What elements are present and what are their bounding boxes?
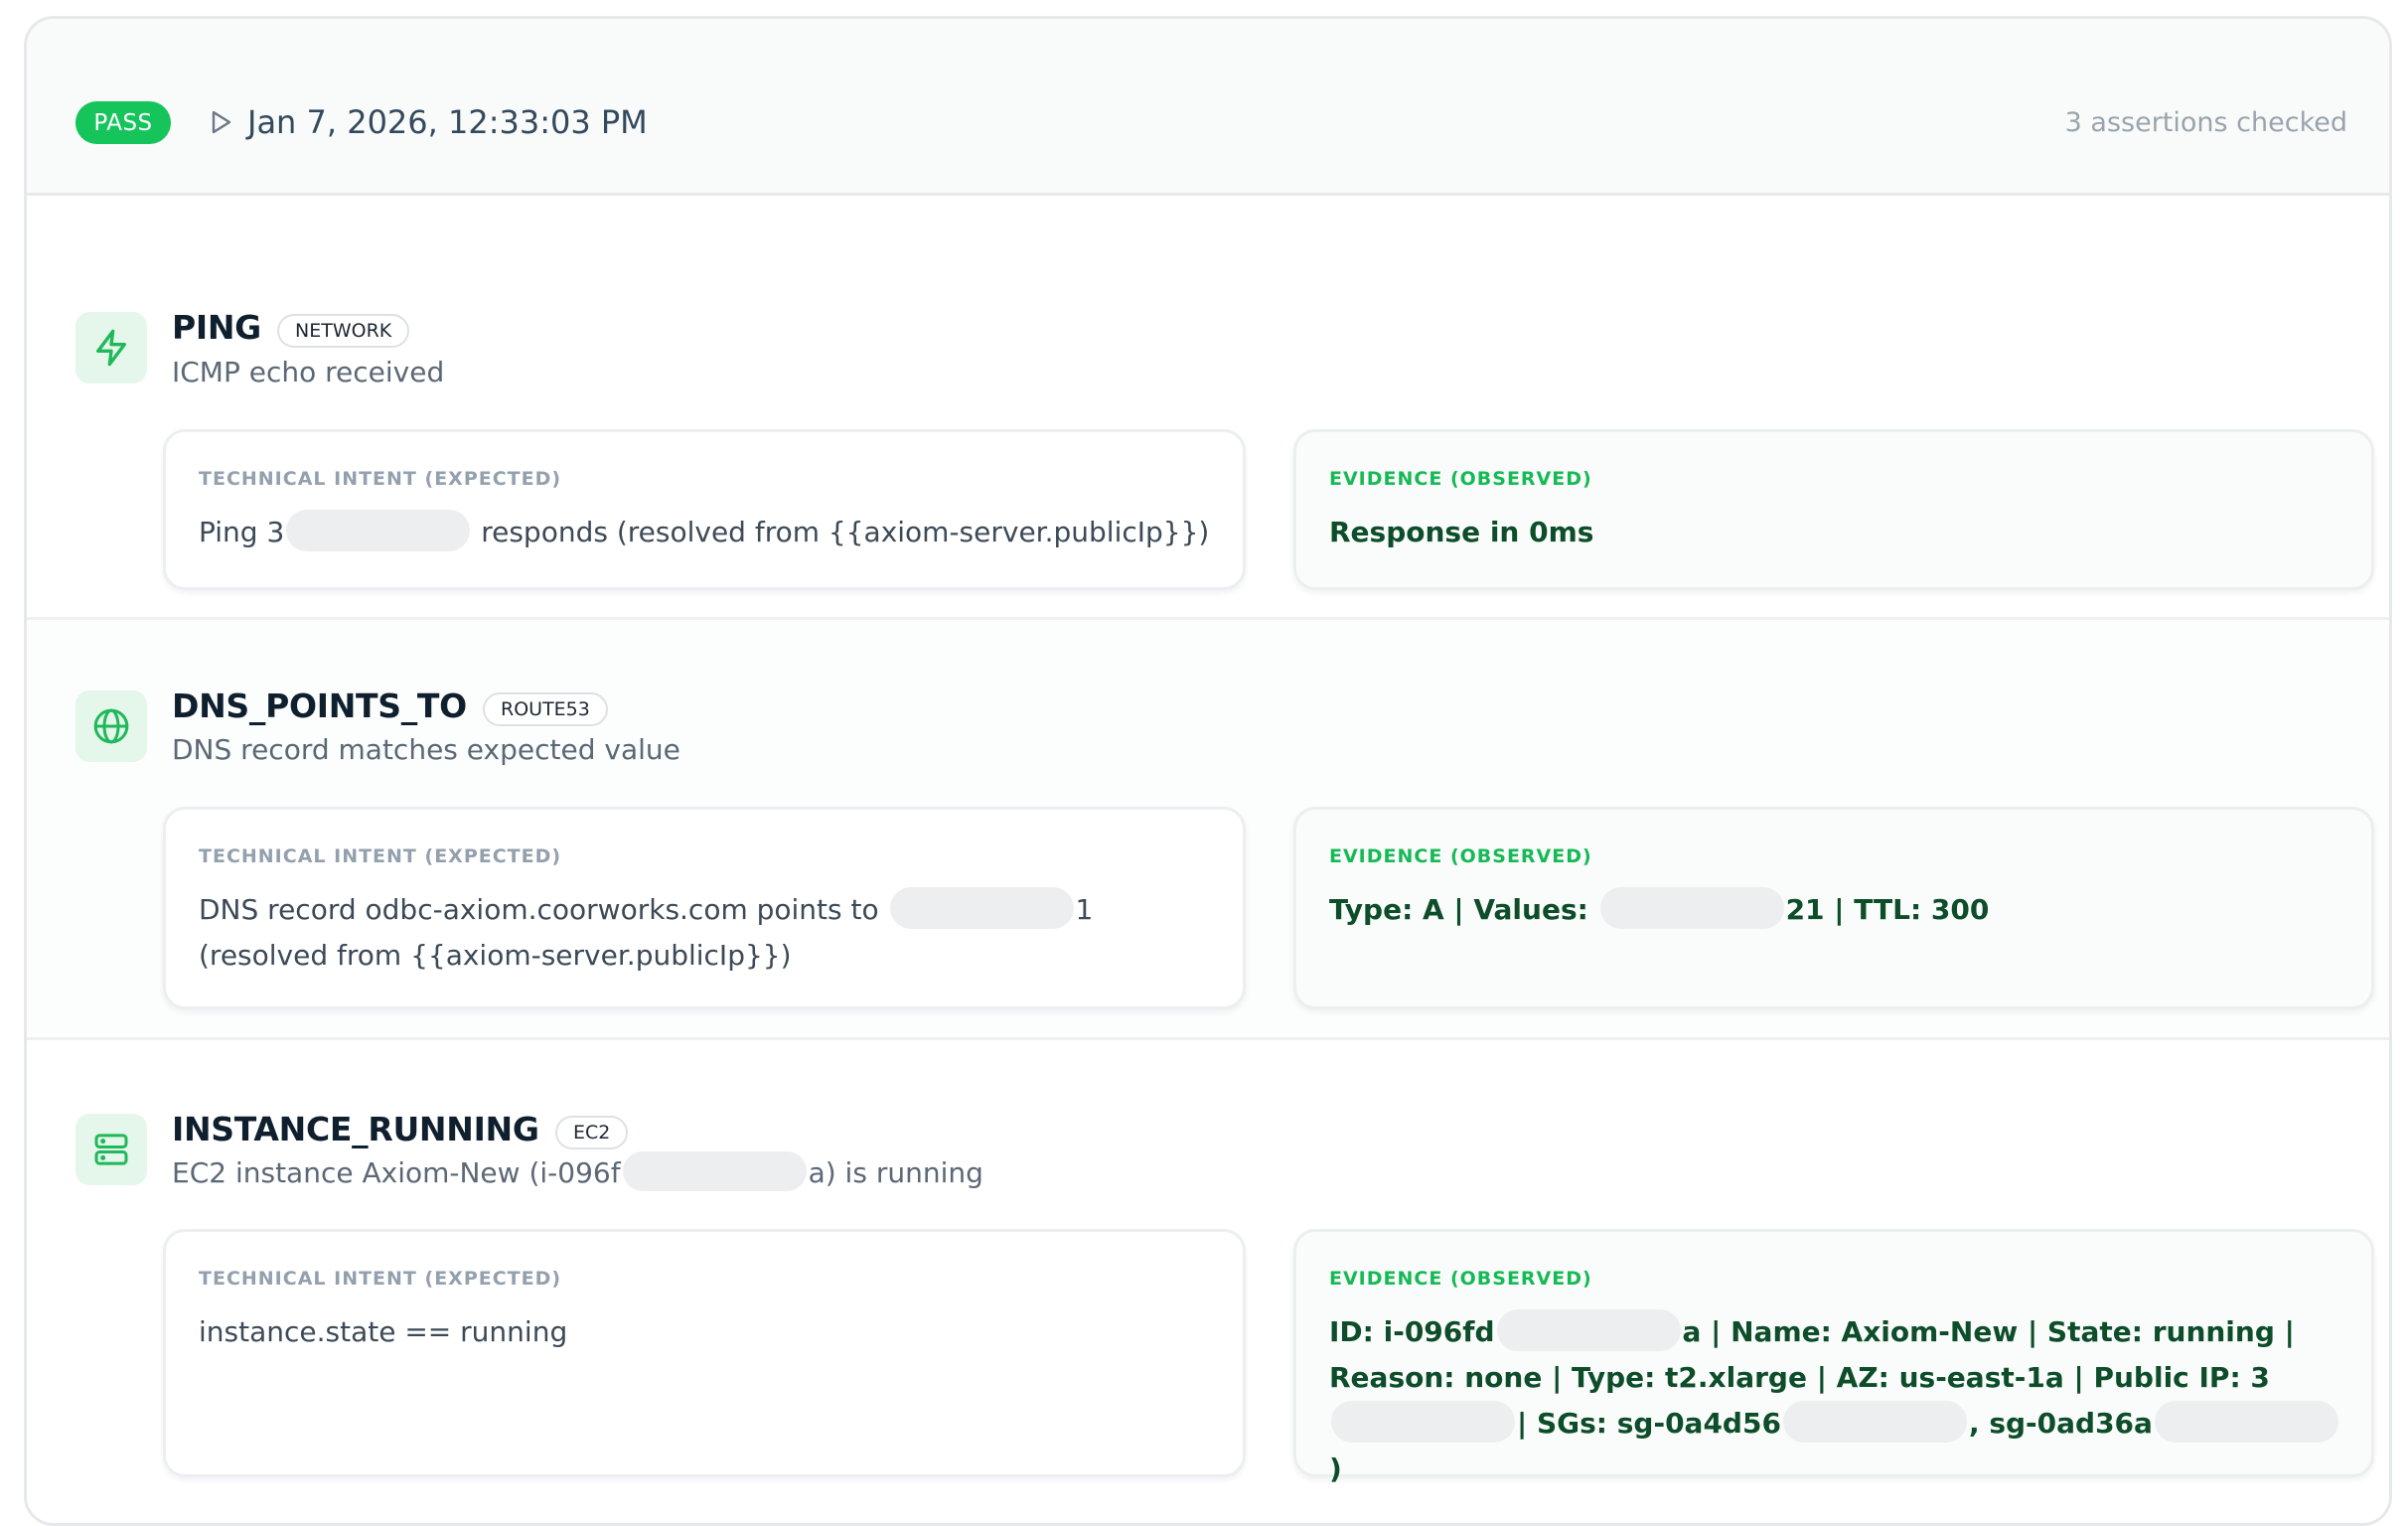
- assertion-tag: EC2: [555, 1116, 629, 1149]
- intent-text: Ping 3 responds (resolved from {{axiom-s…: [199, 510, 1213, 555]
- redacted-id: [1496, 1309, 1681, 1351]
- assertions-count: 3 assertions checked: [2064, 107, 2347, 138]
- redacted-ip: [286, 510, 471, 551]
- intent-text: DNS record odbc-axiom.coorworks.com poin…: [199, 887, 1213, 979]
- redacted-sg: [1782, 1401, 1967, 1443]
- assertion-title: DNS_POINTS_TO: [172, 687, 467, 725]
- redacted-ip: [889, 887, 1074, 929]
- redacted-sg: [2154, 1401, 2338, 1443]
- redacted-ip: [1599, 887, 1784, 929]
- run-timestamp: Jan 7, 2026, 12:33:03 PM: [247, 103, 648, 141]
- evidence-text: Response in 0ms: [1329, 516, 1594, 548]
- intent-panel: TECHNICAL INTENT (EXPECTED) Ping 3 respo…: [163, 429, 1246, 590]
- redacted-id: [622, 1151, 807, 1191]
- evidence-label: EVIDENCE (OBSERVED): [1329, 468, 1592, 490]
- intent-label: TECHNICAL INTENT (EXPECTED): [199, 1268, 562, 1290]
- intent-label: TECHNICAL INTENT (EXPECTED): [199, 845, 562, 867]
- assertion-instance: INSTANCE_RUNNING EC2 EC2 instance Axiom-…: [27, 1037, 2389, 1523]
- test-run-card: PASS Jan 7, 2026, 12:33:03 PM 3 assertio…: [24, 16, 2392, 1526]
- evidence-text: Type: A | Values: 21 | TTL: 300: [1329, 887, 2341, 933]
- globe-icon: [75, 690, 147, 762]
- evidence-text: ID: i-096fd a | Name: Axiom-New | State: …: [1329, 1309, 2341, 1492]
- assertion-tag: NETWORK: [277, 314, 410, 348]
- assertion-ping: PING NETWORK ICMP echo received TECHNICA…: [27, 196, 2389, 639]
- run-header: PASS Jan 7, 2026, 12:33:03 PM 3 assertio…: [27, 19, 2389, 196]
- evidence-label: EVIDENCE (OBSERVED): [1329, 845, 1592, 867]
- server-icon: [75, 1114, 147, 1185]
- assertion-title: PING: [172, 308, 261, 347]
- assertion-subtitle: DNS record matches expected value: [172, 733, 680, 766]
- lightning-icon: [75, 312, 147, 383]
- redacted-ip: [1331, 1401, 1515, 1443]
- intent-panel: TECHNICAL INTENT (EXPECTED) DNS record o…: [163, 807, 1246, 1009]
- status-badge: PASS: [75, 101, 171, 144]
- evidence-panel: EVIDENCE (OBSERVED) Type: A | Values: 21…: [1293, 807, 2374, 1009]
- assertion-title: INSTANCE_RUNNING: [172, 1110, 539, 1148]
- assertion-tag: ROUTE53: [483, 692, 608, 726]
- evidence-label: EVIDENCE (OBSERVED): [1329, 1268, 1592, 1290]
- intent-label: TECHNICAL INTENT (EXPECTED): [199, 468, 562, 490]
- evidence-panel: EVIDENCE (OBSERVED) ID: i-096fd a | Name:…: [1293, 1229, 2374, 1485]
- assertion-subtitle: EC2 instance Axiom-New (i-096f a) is runn…: [172, 1151, 983, 1191]
- assertion-subtitle: ICMP echo received: [172, 356, 445, 388]
- play-icon[interactable]: [208, 109, 233, 135]
- intent-text: instance.state == running: [199, 1315, 568, 1348]
- evidence-panel: EVIDENCE (OBSERVED) Response in 0ms: [1293, 429, 2374, 590]
- intent-panel: TECHNICAL INTENT (EXPECTED) instance.sta…: [163, 1229, 1246, 1477]
- assertion-dns: DNS_POINTS_TO ROUTE53 DNS record matches…: [27, 617, 2389, 1037]
